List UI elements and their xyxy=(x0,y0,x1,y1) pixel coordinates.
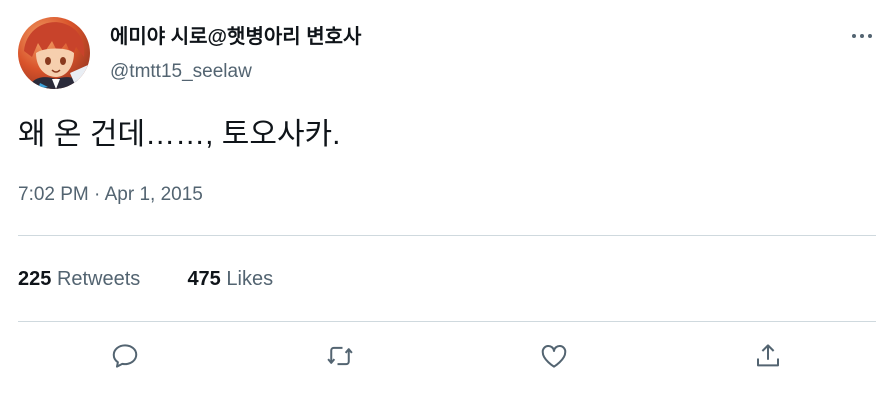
divider xyxy=(18,321,876,322)
divider xyxy=(18,235,876,236)
avatar[interactable] xyxy=(18,17,90,89)
tweet-timestamp[interactable]: 7:02 PM · Apr 1, 2015 xyxy=(18,182,203,208)
likes-label: Likes xyxy=(226,268,274,290)
like-button[interactable] xyxy=(536,338,572,374)
retweet-button[interactable] xyxy=(322,338,358,374)
author-display-name[interactable]: 에미야 시로@햇병아리 변호사 xyxy=(110,24,361,50)
likes-count: 475 xyxy=(187,268,221,290)
retweets-count: 225 xyxy=(18,268,52,290)
more-dots-icon xyxy=(860,34,864,38)
share-button[interactable] xyxy=(750,338,786,374)
reply-button[interactable] xyxy=(107,338,143,374)
tweet-card: 에미야 시로@햇병아리 변호사 @tmtt15_seelaw 왜 온 건데……,… xyxy=(0,0,894,409)
retweet-icon xyxy=(327,346,353,366)
author-handle[interactable]: @tmtt15_seelaw xyxy=(110,60,252,84)
share-icon xyxy=(757,344,779,367)
reply-icon xyxy=(112,344,138,368)
retweets-stat[interactable]: 225 Retweets xyxy=(18,268,146,290)
retweets-label: Retweets xyxy=(56,268,141,290)
tweet-text: 왜 온 건데……, 토오사카. xyxy=(18,118,341,151)
likes-stat[interactable]: 475 Likes xyxy=(182,268,273,290)
more-options-button[interactable] xyxy=(846,26,878,46)
avatar-image xyxy=(24,22,90,89)
more-dots-icon xyxy=(868,34,872,38)
heart-icon xyxy=(541,344,567,368)
more-dots-icon xyxy=(852,34,856,38)
tweet-stats: 225 Retweets 475 Likes xyxy=(18,265,273,293)
